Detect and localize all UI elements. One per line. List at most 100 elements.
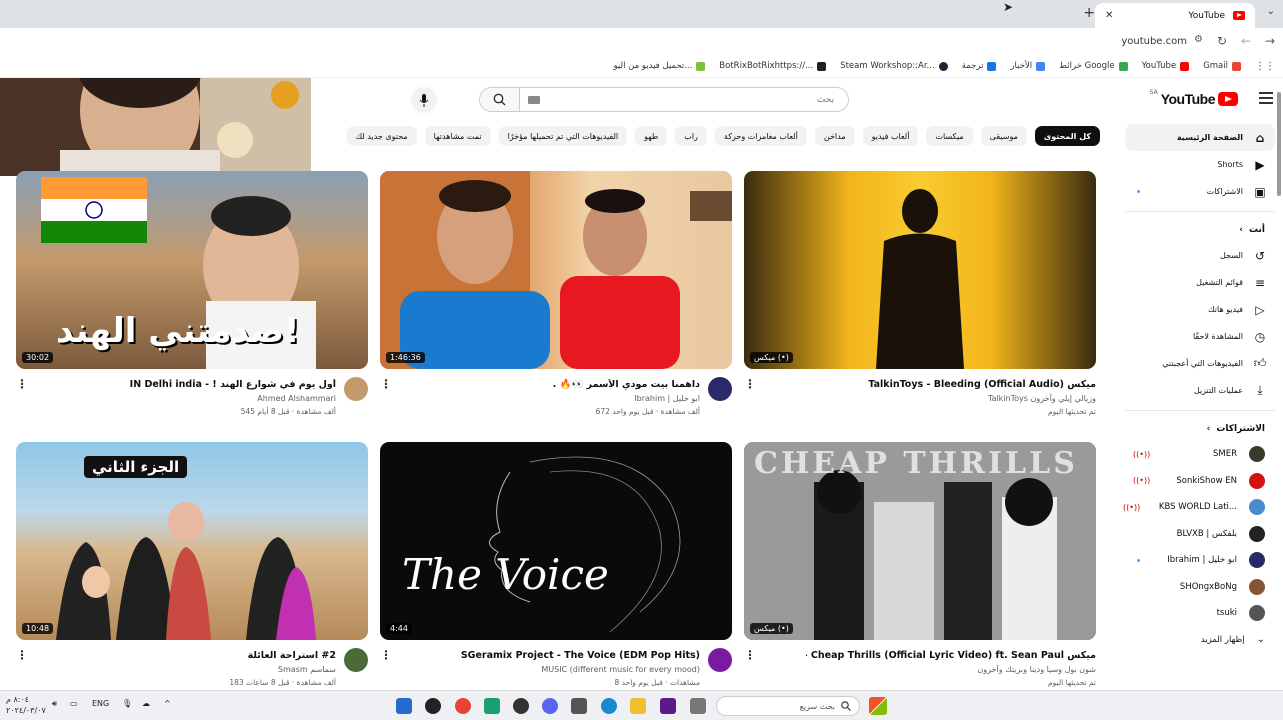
video-title[interactable]: ميكس Sia - Cheap Thrills (Official Lyric… bbox=[806, 650, 1096, 661]
more-options-icon[interactable]: ⋮ bbox=[16, 648, 28, 662]
sidebar-you-header[interactable]: أنت ‹ bbox=[1125, 218, 1275, 242]
sidebar-subscription[interactable]: SMER ((•)) bbox=[1125, 441, 1275, 468]
chip[interactable]: مداخن bbox=[814, 126, 855, 146]
steam-icon[interactable] bbox=[513, 698, 529, 714]
sidebar-item-your-videos[interactable]: ▷ فيديو هاتك bbox=[1125, 296, 1275, 323]
sidebar-subscription[interactable]: KBS WORLD Lati... ((•)) bbox=[1123, 494, 1275, 521]
more-options-icon[interactable]: ⋮ bbox=[744, 648, 756, 662]
sidebar-item-subscriptions[interactable]: ▣ الاشتراكات bbox=[1125, 178, 1275, 205]
forward-icon[interactable]: ← bbox=[1241, 34, 1251, 48]
sidebar-item-shorts[interactable]: ▶ Shorts bbox=[1125, 151, 1275, 178]
video-title[interactable]: SGeramix Project - The Voice (EDM Pop Hi… bbox=[410, 650, 700, 661]
tab-search-icon[interactable]: ⌄ bbox=[1267, 6, 1275, 17]
store-icon[interactable] bbox=[571, 698, 587, 714]
url-field[interactable]: youtube.com bbox=[1121, 36, 1187, 47]
more-options-icon[interactable]: ⋮ bbox=[380, 377, 392, 391]
sidebar-subscription[interactable]: SonkiShow EN ((•)) bbox=[1125, 468, 1275, 495]
video-card[interactable]: ميكس (•) ميكس TalkinToys - Bleeding (Off… bbox=[744, 171, 1096, 437]
bookmark-maps[interactable]: خرائط Google bbox=[1059, 61, 1128, 71]
chip[interactable]: طهو bbox=[635, 126, 668, 146]
video-card[interactable]: صدمتني الهند! 30:02 أول يوم في شوارع اله… bbox=[16, 171, 368, 437]
video-thumbnail[interactable]: ميكس (•) bbox=[744, 171, 1096, 369]
speaker-icon[interactable]: 🔊︎ bbox=[52, 699, 57, 709]
tab-youtube[interactable]: YouTube ✕ bbox=[1095, 3, 1255, 28]
chip[interactable]: موسيقى bbox=[980, 126, 1027, 146]
page-scrollbar[interactable] bbox=[1275, 80, 1283, 690]
video-thumbnail[interactable]: صدمتني الهند! 30:02 bbox=[16, 171, 368, 369]
sidebar-subscription[interactable]: tsuki bbox=[1125, 600, 1275, 627]
bookmark-downloader[interactable]: تحميل فيديو من اليو... bbox=[614, 61, 706, 71]
video-title[interactable]: #2 استراحة العائلة bbox=[46, 650, 336, 661]
search-button[interactable] bbox=[480, 88, 520, 111]
edge-icon[interactable] bbox=[601, 698, 617, 714]
sidebar-item-downloads[interactable]: ⤓ عمليات التنزيل bbox=[1125, 377, 1275, 404]
bookmark-news[interactable]: الأخبار bbox=[1010, 61, 1046, 71]
sidebar-subscriptions-header[interactable]: الاشتراكات ‹ bbox=[1125, 417, 1275, 441]
app-icon[interactable] bbox=[425, 698, 441, 714]
network-icon[interactable]: ▭ bbox=[70, 699, 78, 708]
back-icon[interactable]: → bbox=[1265, 34, 1275, 48]
bookmark-steam[interactable]: Steam Workshop::Ar... bbox=[840, 61, 948, 71]
channel-name[interactable]: Smasm سماسم bbox=[278, 665, 336, 674]
sidebar-item-watch-later[interactable]: ◷ المشاهدة لاحقًا bbox=[1125, 323, 1275, 350]
video-card[interactable]: 1:46:36 داهمنا بيت مودي الأسمر 👀🔥 . Ibra… bbox=[380, 171, 732, 437]
more-options-icon[interactable]: ⋮ bbox=[380, 648, 392, 662]
sidebar-item-home[interactable]: ⌂ الصفحة الرئيسية bbox=[1125, 124, 1275, 151]
keyboard-icon[interactable] bbox=[528, 95, 540, 104]
bookmark-gmail[interactable]: Gmail bbox=[1203, 61, 1241, 71]
bookmark-botrix[interactable]: BotRixBotRixhttps://... bbox=[719, 61, 827, 71]
taskbar-clock[interactable]: ٨:٠٤ م ٢٠٢٤/٠٣/٠٧ bbox=[6, 694, 46, 716]
video-title[interactable]: أول يوم في شوارع الهند ! - IN Delhi indi… bbox=[46, 379, 336, 390]
tray-overflow-icon[interactable]: ^ bbox=[164, 699, 171, 708]
more-options-icon[interactable]: ⋮ bbox=[16, 377, 28, 391]
chip[interactable]: ميكسات bbox=[926, 126, 973, 146]
file-explorer-icon[interactable] bbox=[630, 698, 646, 714]
menu-icon[interactable] bbox=[1259, 92, 1273, 104]
windows-start-icon[interactable] bbox=[869, 697, 887, 715]
chip[interactable]: محتوى جديد لك bbox=[346, 126, 417, 146]
chip-all[interactable]: كل المحتوى bbox=[1034, 126, 1100, 146]
channel-name[interactable]: TalkinToys وزيالي إيلي وآخرون bbox=[988, 394, 1096, 403]
voice-search-button[interactable] bbox=[411, 87, 437, 113]
youtube-logo[interactable]: SA YouTube bbox=[1150, 89, 1238, 107]
channel-avatar[interactable] bbox=[708, 377, 732, 401]
new-tab-icon[interactable]: + bbox=[1083, 5, 1095, 21]
app-icon[interactable] bbox=[660, 698, 676, 714]
search-input[interactable] bbox=[540, 88, 848, 111]
chip[interactable]: الفيديوهات التي تم تحميلها مؤخرًا bbox=[498, 126, 628, 146]
reload-icon[interactable]: ↻ bbox=[1217, 34, 1227, 48]
chip[interactable]: ألعاب فيديو bbox=[862, 126, 919, 146]
bookmark-youtube[interactable]: YouTube bbox=[1142, 61, 1190, 71]
video-title[interactable]: ميكس TalkinToys - Bleeding (Official Aud… bbox=[806, 379, 1096, 390]
sidebar-subscription[interactable]: SHOngxBoNg bbox=[1125, 574, 1275, 601]
apps-icon[interactable]: ⋮⋮ bbox=[1255, 61, 1275, 72]
onedrive-icon[interactable]: ☁ bbox=[142, 699, 150, 708]
video-card[interactable]: The Voice 4:44 SGeramix Project - The Vo… bbox=[380, 442, 732, 708]
channel-avatar[interactable] bbox=[344, 648, 368, 672]
chip[interactable]: تمت مشاهدتها bbox=[424, 126, 491, 146]
chip[interactable]: راب bbox=[675, 126, 707, 146]
app-icon[interactable] bbox=[396, 698, 412, 714]
channel-name[interactable]: Ibrahim | ابو خليل bbox=[634, 394, 700, 403]
language-indicator[interactable]: ENG bbox=[92, 699, 109, 708]
channel-name[interactable]: MUSIC (different music for every mood) bbox=[541, 665, 700, 674]
bookmark-translate[interactable]: ترجمة bbox=[962, 61, 997, 71]
app-icon[interactable] bbox=[690, 698, 706, 714]
video-thumbnail[interactable]: CHEAP THRILLS ميكس (•) bbox=[744, 442, 1096, 640]
more-options-icon[interactable]: ⋮ bbox=[744, 377, 756, 391]
scrollbar-thumb[interactable] bbox=[1277, 92, 1281, 196]
site-settings-icon[interactable]: ⚙ bbox=[1194, 34, 1203, 45]
video-thumbnail[interactable]: The Voice 4:44 bbox=[380, 442, 732, 640]
sidebar-item-liked[interactable]: 👍︎ الفيديوهات التي أعجبتني bbox=[1125, 350, 1275, 377]
video-card[interactable]: الجزء الثاني 10:48 #2 استراحة العائلة Sm… bbox=[16, 442, 368, 708]
microphone-icon[interactable]: 🎙︎ bbox=[122, 699, 132, 708]
channel-avatar[interactable] bbox=[708, 648, 732, 672]
taskbar-search[interactable]: بحث سريع bbox=[716, 696, 860, 716]
sidebar-subscription[interactable]: BLVXB | بلفكس bbox=[1125, 521, 1275, 548]
chrome-icon[interactable] bbox=[455, 698, 471, 714]
sidebar-show-more[interactable]: ⌄ إظهار المزيد bbox=[1125, 627, 1275, 654]
video-title[interactable]: داهمنا بيت مودي الأسمر 👀🔥 . bbox=[410, 379, 700, 390]
channel-name[interactable]: Ahmed Alshammari bbox=[257, 394, 336, 403]
close-tab-icon[interactable]: ✕ bbox=[1105, 10, 1113, 21]
sidebar-subscription[interactable]: Ibrahim | ابو خليل bbox=[1125, 547, 1275, 574]
